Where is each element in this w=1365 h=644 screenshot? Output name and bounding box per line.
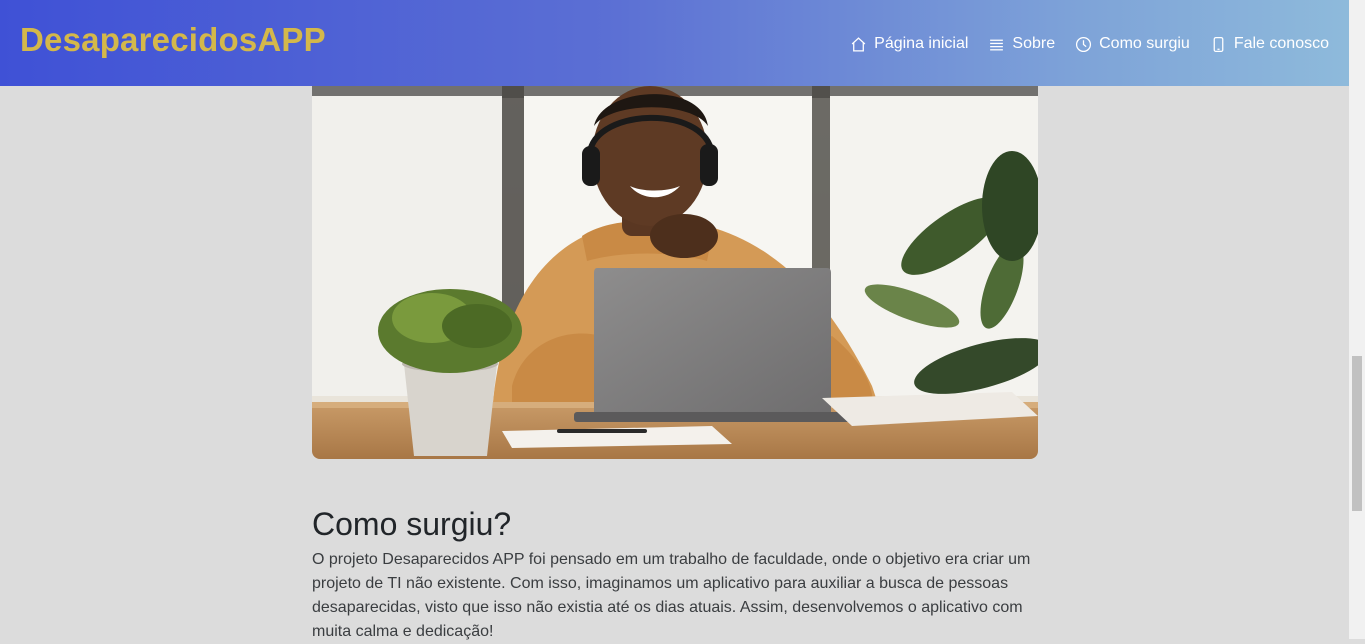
phone-icon [1213,36,1224,52]
nav-home-label: Página inicial [874,35,969,52]
nav-origin-label: Como surgiu [1099,35,1190,52]
nav-links: Página inicial Sobre Como surgiu Fale co… [850,35,1329,53]
brand-logo[interactable]: DesaparecidosAPP [20,21,326,59]
nav-contact[interactable]: Fale conosco [1210,35,1329,53]
nav-home[interactable]: Página inicial [850,35,968,53]
vertical-scrollbar[interactable] [1349,0,1365,639]
nav-contact-label: Fale conosco [1233,35,1329,52]
section-title: Como surgiu? [312,506,512,542]
section-text: O projeto Desaparecidos APP foi pensado … [312,551,1031,640]
hero-illustration [312,86,1038,459]
origin-section: Como surgiu? O projeto Desaparecidos APP… [312,500,1057,644]
nav-about-label: Sobre [1012,35,1056,52]
clock-icon [1076,36,1092,52]
list-icon [990,39,1004,50]
nav-about[interactable]: Sobre [988,35,1055,53]
navbar: DesaparecidosAPP Página inicial Sobre Co… [0,0,1349,86]
home-icon [851,36,866,52]
scrollbar-thumb[interactable] [1352,356,1362,511]
nav-origin[interactable]: Como surgiu [1075,35,1190,53]
hero-image [312,86,1038,459]
